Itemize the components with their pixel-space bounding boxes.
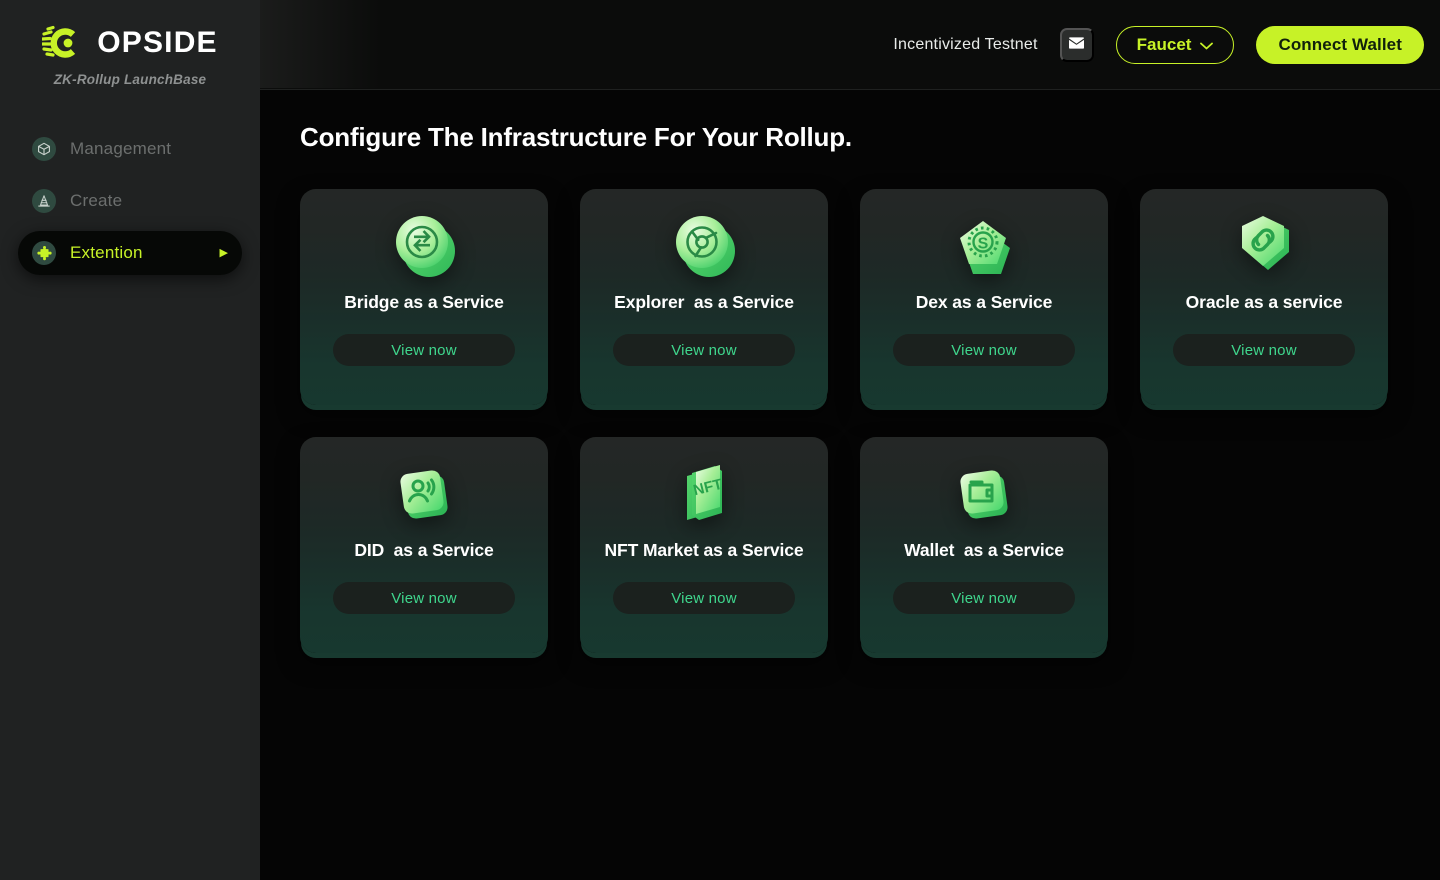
- service-card-title: Oracle as a service: [1185, 292, 1343, 312]
- content: Configure The Infrastructure For Your Ro…: [260, 90, 1440, 653]
- service-card-nft-market[interactable]: NFT NFT Market as a Service View now: [580, 437, 828, 653]
- service-card-title: Wallet as a Service: [904, 540, 1064, 560]
- sidebar-nav: Management Create Extention ▶: [0, 127, 260, 275]
- wallet-icon: [860, 437, 1108, 541]
- nft-book-icon: NFT: [580, 437, 828, 541]
- service-card-dex[interactable]: S Dex as a Service View now: [860, 189, 1108, 405]
- oracle-link-shield-icon: [1140, 189, 1388, 293]
- service-card-title: Bridge as a Service: [344, 292, 504, 312]
- sidebar-item-create[interactable]: Create: [18, 179, 242, 223]
- brand[interactable]: OPSIDE ZK-Rollup LaunchBase: [0, 0, 260, 87]
- view-now-button[interactable]: View now: [613, 582, 795, 615]
- service-card-wallet[interactable]: Wallet as a Service View now: [860, 437, 1108, 653]
- view-now-button[interactable]: View now: [333, 334, 515, 367]
- service-card-title: Explorer as a Service: [614, 292, 794, 312]
- service-card-did[interactable]: DID as a Service View now: [300, 437, 548, 653]
- view-now-button[interactable]: View now: [893, 334, 1075, 367]
- view-now-button[interactable]: View now: [613, 334, 795, 367]
- sidebar: OPSIDE ZK-Rollup LaunchBase Management C…: [0, 0, 260, 880]
- sidebar-item-management[interactable]: Management: [18, 127, 242, 171]
- brand-name: OPSIDE: [97, 26, 218, 59]
- sidebar-item-label: Extention: [70, 243, 143, 262]
- view-now-button[interactable]: View now: [1173, 334, 1355, 367]
- sidebar-item-label: Create: [70, 191, 123, 210]
- top-bar: Incentivized Testnet Faucet Connect Wall…: [260, 0, 1440, 90]
- view-now-button[interactable]: View now: [333, 582, 515, 615]
- opside-logo-icon: [42, 23, 88, 63]
- service-card-bridge[interactable]: Bridge as a Service View now: [300, 189, 548, 405]
- did-person-icon: [300, 437, 548, 541]
- service-card-title: DID as a Service: [354, 540, 494, 560]
- connect-wallet-button[interactable]: Connect Wallet: [1256, 25, 1424, 64]
- cube-icon: [32, 137, 56, 161]
- traffic-cone-icon: [32, 189, 56, 213]
- services-grid: Bridge as a Service View now Explorer as…: [300, 189, 1424, 653]
- service-card-oracle[interactable]: Oracle as a service View now: [1140, 189, 1388, 405]
- faucet-button[interactable]: Faucet: [1115, 25, 1235, 64]
- app-root: OPSIDE ZK-Rollup LaunchBase Management C…: [0, 0, 1440, 880]
- chevron-right-icon: ▶: [219, 246, 228, 259]
- bridge-swap-coin-icon: [300, 189, 548, 293]
- svg-text:S: S: [978, 236, 989, 253]
- puzzle-piece-icon: [32, 241, 56, 265]
- main-area: Incentivized Testnet Faucet Connect Wall…: [260, 0, 1440, 880]
- brand-tagline: ZK-Rollup LaunchBase: [53, 72, 207, 87]
- dex-token-icon: S: [860, 189, 1108, 293]
- network-label: Incentivized Testnet: [893, 35, 1038, 53]
- mail-icon: [1069, 37, 1085, 52]
- sidebar-item-extention[interactable]: Extention ▶: [18, 231, 242, 275]
- page-title: Configure The Infrastructure For Your Ro…: [300, 122, 852, 152]
- service-card-title: NFT Market as a Service: [604, 540, 804, 560]
- explorer-globe-icon: [580, 189, 828, 293]
- chevron-down-icon: [1200, 35, 1214, 55]
- service-card-title: Dex as a Service: [915, 292, 1053, 312]
- faucet-label: Faucet: [1136, 34, 1192, 54]
- sidebar-item-label: Management: [70, 139, 172, 158]
- mail-button[interactable]: [1059, 27, 1094, 62]
- view-now-button[interactable]: View now: [893, 582, 1075, 615]
- service-card-explorer[interactable]: Explorer as a Service View now: [580, 189, 828, 405]
